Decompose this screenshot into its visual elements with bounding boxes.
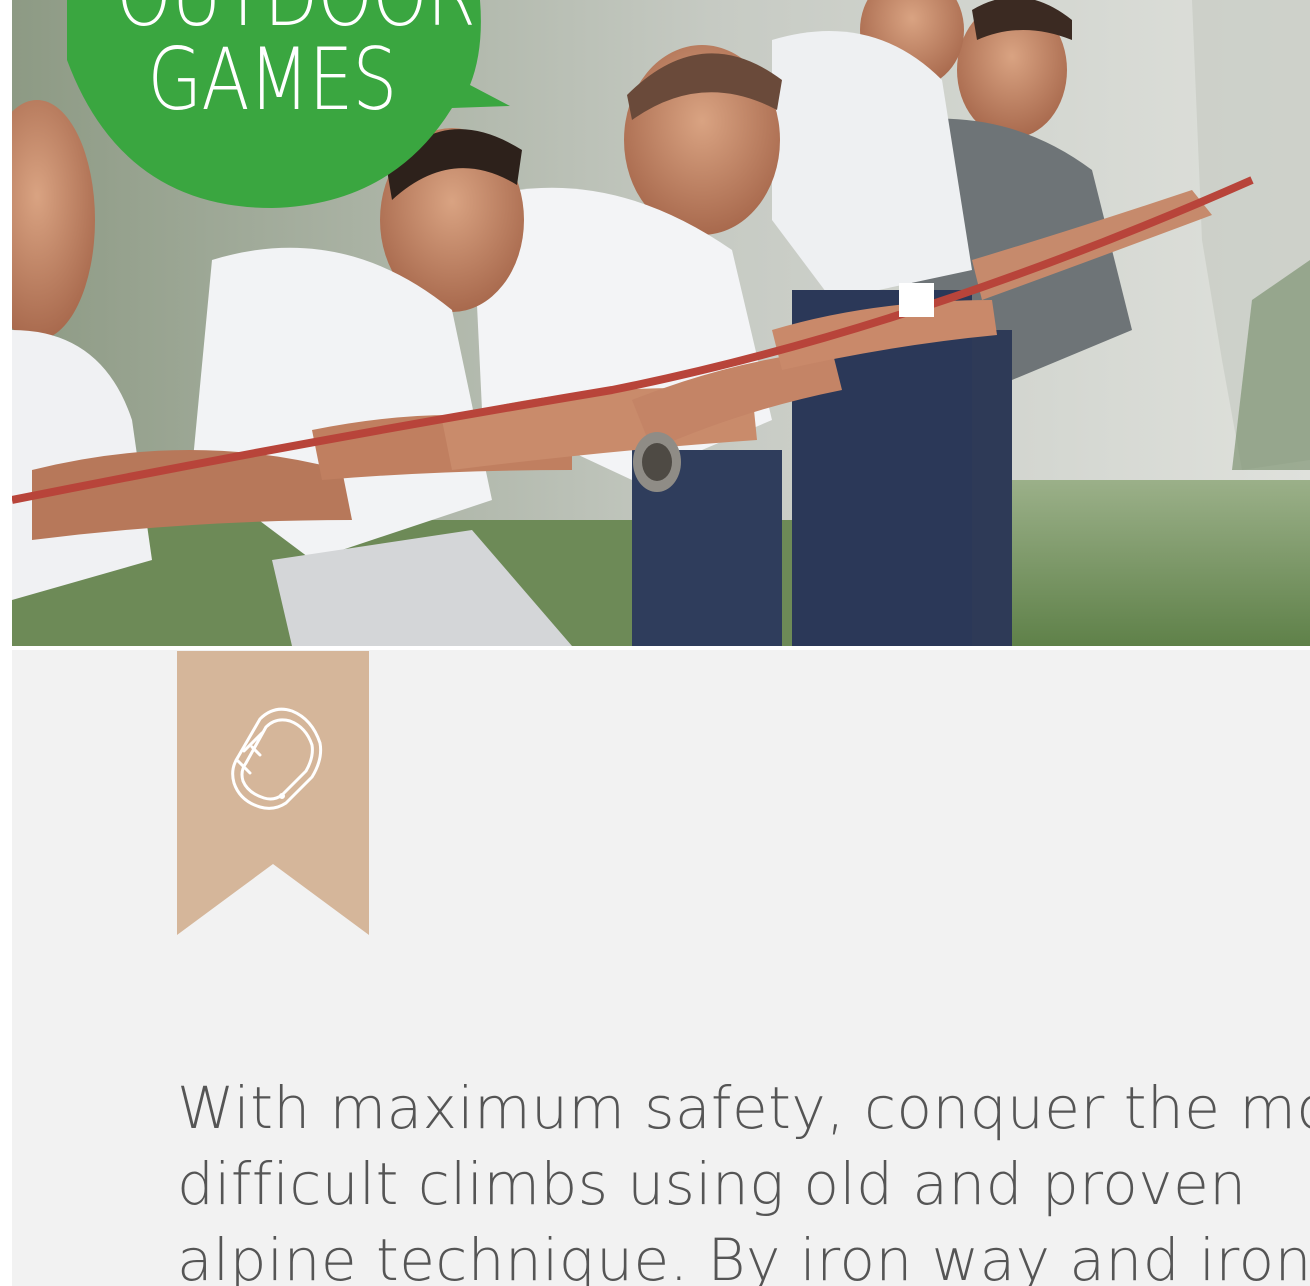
description-line-3: alpine technique. By iron way and iron [177, 1226, 1310, 1286]
description-line-1: With maximum safety, conquer the most [177, 1074, 1310, 1142]
divider [12, 646, 1310, 650]
outdoor-games-badge: OUTDOOR GAMES [116, 0, 476, 130]
description-text: With maximum safety, conquer the most di… [177, 1070, 1310, 1286]
description-line-2: difficult climbs using old and proven [177, 1150, 1247, 1218]
slide-marker-icon[interactable] [899, 283, 934, 317]
bookmark-ribbon [177, 651, 369, 935]
hero-photo: OUTDOOR GAMES [12, 0, 1310, 646]
badge-line-2: GAMES [147, 30, 398, 130]
carabiner-icon [224, 703, 324, 813]
page: OUTDOOR GAMES With maximum safety, c [12, 0, 1310, 1286]
